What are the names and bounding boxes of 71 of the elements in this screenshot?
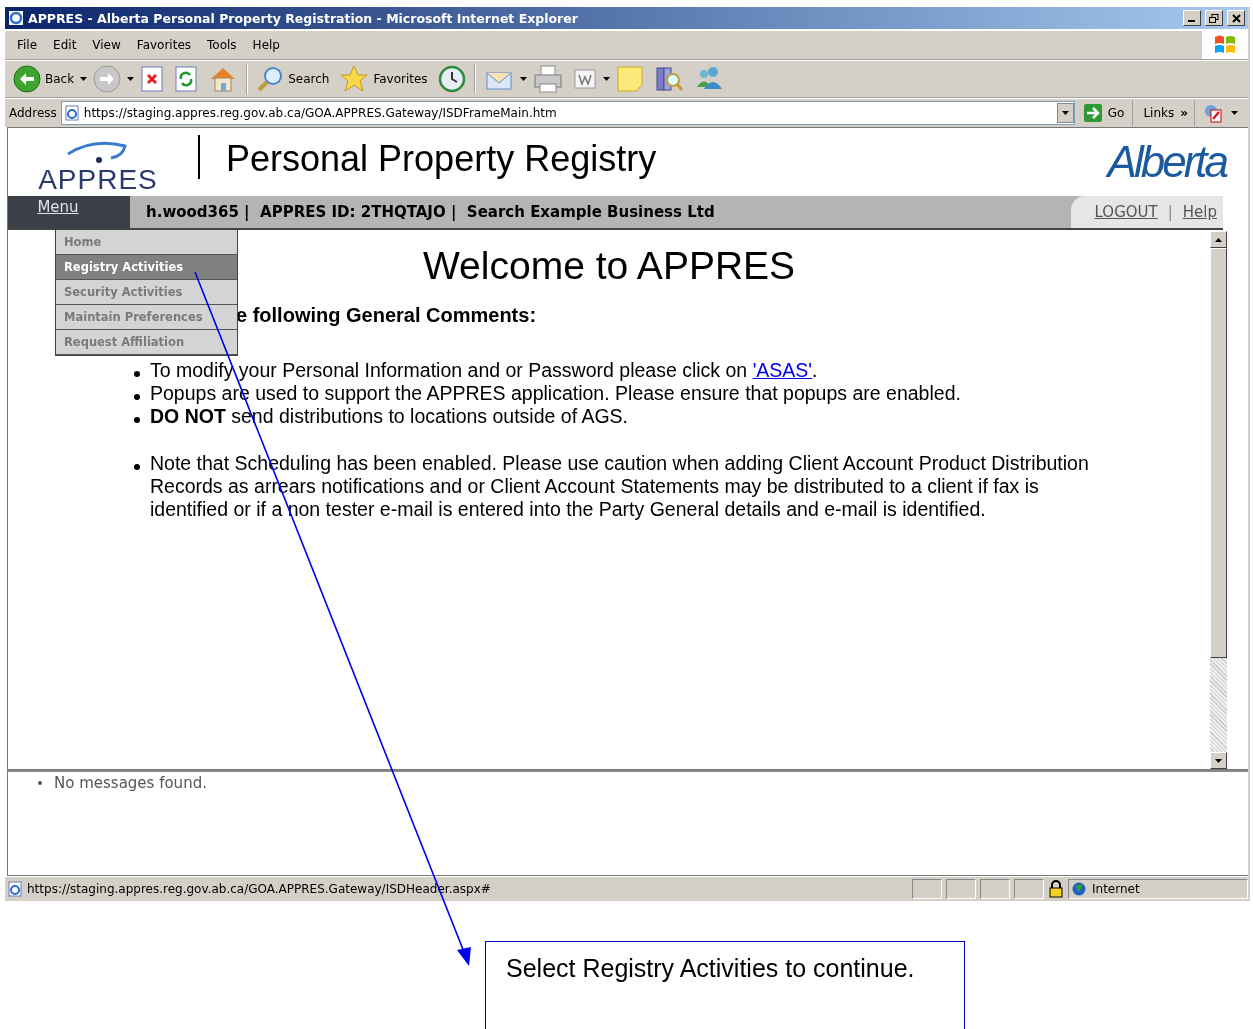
links-label[interactable]: Links	[1143, 106, 1175, 120]
address-label: Address	[9, 106, 57, 120]
search-button[interactable]: Search	[252, 63, 334, 95]
window-title: APPRES - Alberta Personal Property Registration - Microsoft Internet Explorer	[28, 10, 579, 26]
scroll-up-button[interactable]	[1210, 231, 1227, 248]
caret-icon[interactable]	[127, 77, 135, 81]
comment-text: To modify your Personal Information and or Password please click on 'ASAS'.	[150, 359, 818, 382]
go-button[interactable]: Go	[1078, 100, 1134, 126]
scrollbar-thumb[interactable]	[1210, 248, 1227, 658]
status-pane	[980, 879, 1010, 899]
menu-item[interactable]: File	[9, 38, 46, 52]
menu-item[interactable]: View	[84, 38, 129, 52]
menu-item[interactable]: Edit	[45, 38, 85, 52]
browser-icon	[8, 10, 24, 26]
caret-icon[interactable]	[1231, 111, 1238, 115]
logo-text: APPRES	[38, 166, 158, 194]
history-clock-icon	[437, 65, 466, 93]
refresh-icon	[174, 65, 199, 93]
restore-icon	[1209, 13, 1219, 23]
lock-icon	[1048, 880, 1064, 898]
callout-box: Select Registry Activities to continue.	[485, 941, 965, 1029]
caret-icon[interactable]	[80, 77, 88, 81]
arrow-icon	[1082, 103, 1103, 123]
status-pane	[1014, 879, 1044, 899]
page-icon	[63, 105, 80, 121]
brand-logo-text: Alberta	[1107, 137, 1226, 187]
globe-icon	[1072, 882, 1086, 896]
address-field[interactable]: https://staging.appres.reg.gov.ab.ca/GOA.APPRES.Gateway/ISDFrameMain.htm	[60, 101, 1075, 125]
user-info: h.wood365 | APPRES ID: 2THQTAJO | Search Example Business Ltd	[145, 203, 716, 221]
stop-icon	[140, 65, 165, 93]
caret-icon	[1061, 111, 1069, 115]
up-arrow-icon	[1215, 237, 1222, 242]
logout-link[interactable]: LOGOUT	[1094, 203, 1158, 221]
menu-item[interactable]: Favorites	[128, 38, 200, 52]
bullet-icon	[134, 371, 140, 377]
caret-icon[interactable]	[602, 77, 610, 81]
restore-button[interactable]	[1205, 10, 1223, 26]
more-chevron[interactable]: »	[1180, 106, 1188, 120]
minimize-button[interactable]	[1183, 10, 1201, 26]
bullet-icon	[38, 781, 42, 785]
bullet-icon	[134, 394, 140, 400]
menu-item[interactable]: Help	[244, 38, 288, 52]
books-magnifier-icon	[653, 64, 684, 94]
menu-item[interactable]: Registry Activities	[56, 255, 237, 280]
star-icon	[339, 64, 370, 94]
scrollbar-track[interactable]	[1210, 231, 1227, 769]
document-icon	[572, 67, 597, 91]
separator-text: |	[1167, 203, 1173, 221]
dropdown-button[interactable]	[1056, 103, 1074, 123]
menu-item[interactable]: Tools	[199, 38, 245, 52]
note-icon	[615, 65, 644, 93]
close-icon	[1231, 13, 1241, 23]
caret-icon[interactable]	[519, 77, 527, 81]
printer-icon	[532, 64, 563, 94]
status-pane	[912, 879, 942, 899]
message-text: No messages found.	[54, 774, 207, 792]
bullet-icon	[134, 417, 140, 423]
favorites-button[interactable]: Favorites	[335, 62, 432, 96]
status-pane	[946, 879, 976, 899]
asas-link[interactable]: 'ASAS'	[752, 359, 813, 381]
welcome-heading: Welcome to APPRES	[423, 244, 796, 288]
down-arrow-icon	[1215, 758, 1222, 763]
page-title: Personal Property Registry	[226, 138, 657, 180]
menu-tab[interactable]: Menu	[8, 196, 130, 228]
search-icon	[256, 65, 285, 93]
help-link[interactable]: Help	[1182, 203, 1217, 221]
bullet-icon	[134, 464, 140, 470]
scroll-down-button[interactable]	[1210, 752, 1227, 769]
back-button[interactable]: Back	[9, 63, 79, 95]
zone-label: Internet	[1092, 882, 1140, 896]
close-button[interactable]	[1227, 10, 1245, 26]
